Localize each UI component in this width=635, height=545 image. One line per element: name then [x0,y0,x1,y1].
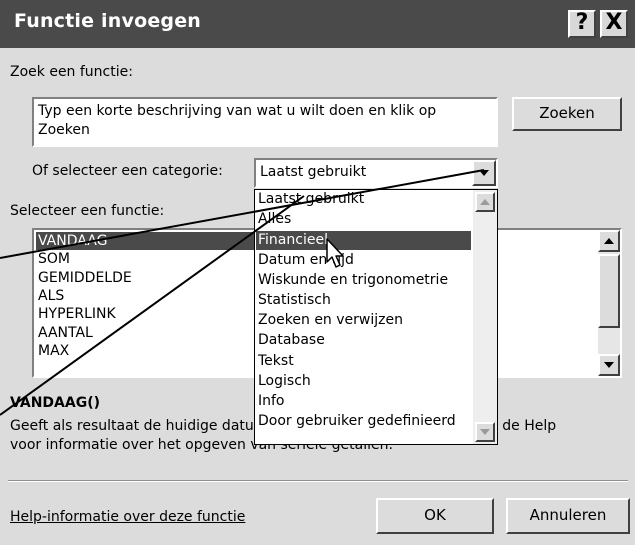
annotation-lines [0,169,485,416]
insert-function-dialog: Functie invoegen ? X Zoek een functie: T… [0,0,635,545]
annotation-line [0,169,485,259]
annotation-line [0,195,305,416]
